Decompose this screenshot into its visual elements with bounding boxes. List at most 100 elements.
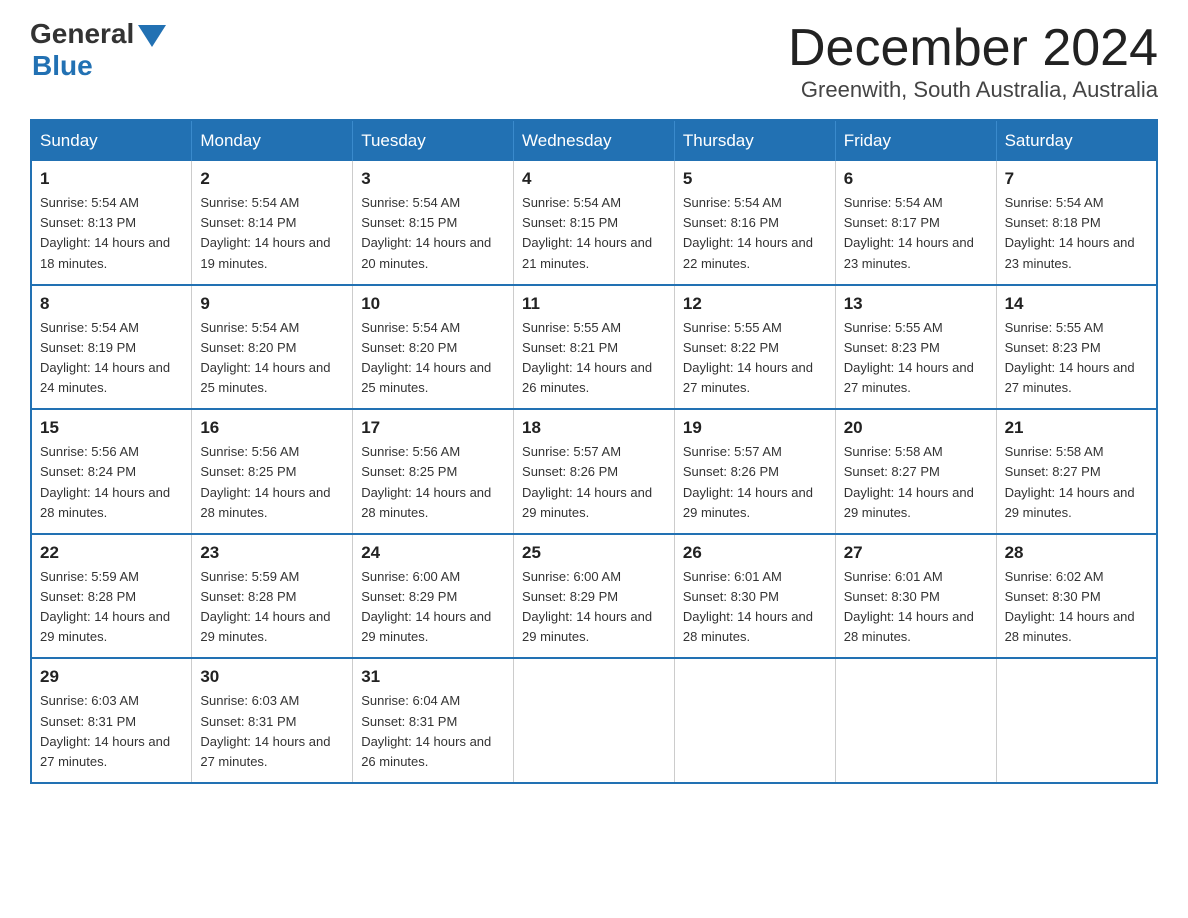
day-info: Sunrise: 6:04 AMSunset: 8:31 PMDaylight:… (361, 693, 491, 768)
day-info: Sunrise: 5:57 AMSunset: 8:26 PMDaylight:… (683, 444, 813, 519)
day-info: Sunrise: 5:55 AMSunset: 8:22 PMDaylight:… (683, 320, 813, 395)
day-info: Sunrise: 5:59 AMSunset: 8:28 PMDaylight:… (40, 569, 170, 644)
col-monday: Monday (192, 120, 353, 161)
calendar-cell: 8 Sunrise: 5:54 AMSunset: 8:19 PMDayligh… (31, 285, 192, 410)
calendar-cell (674, 658, 835, 783)
day-info: Sunrise: 6:02 AMSunset: 8:30 PMDaylight:… (1005, 569, 1135, 644)
day-number: 24 (361, 543, 505, 563)
day-number: 30 (200, 667, 344, 687)
day-info: Sunrise: 5:54 AMSunset: 8:17 PMDaylight:… (844, 195, 974, 270)
calendar-cell: 26 Sunrise: 6:01 AMSunset: 8:30 PMDaylig… (674, 534, 835, 659)
calendar-cell (835, 658, 996, 783)
logo-arrow-icon (138, 25, 166, 47)
day-number: 26 (683, 543, 827, 563)
day-info: Sunrise: 6:01 AMSunset: 8:30 PMDaylight:… (683, 569, 813, 644)
day-number: 8 (40, 294, 183, 314)
calendar-cell: 28 Sunrise: 6:02 AMSunset: 8:30 PMDaylig… (996, 534, 1157, 659)
calendar-cell (514, 658, 675, 783)
day-number: 10 (361, 294, 505, 314)
day-number: 22 (40, 543, 183, 563)
calendar-cell: 4 Sunrise: 5:54 AMSunset: 8:15 PMDayligh… (514, 161, 675, 285)
day-info: Sunrise: 5:59 AMSunset: 8:28 PMDaylight:… (200, 569, 330, 644)
day-info: Sunrise: 5:55 AMSunset: 8:23 PMDaylight:… (1005, 320, 1135, 395)
day-number: 31 (361, 667, 505, 687)
col-wednesday: Wednesday (514, 120, 675, 161)
day-info: Sunrise: 5:54 AMSunset: 8:13 PMDaylight:… (40, 195, 170, 270)
day-info: Sunrise: 5:55 AMSunset: 8:21 PMDaylight:… (522, 320, 652, 395)
day-info: Sunrise: 5:58 AMSunset: 8:27 PMDaylight:… (1005, 444, 1135, 519)
day-number: 20 (844, 418, 988, 438)
page-header: General Blue December 2024 Greenwith, So… (30, 20, 1158, 103)
calendar-cell (996, 658, 1157, 783)
day-number: 19 (683, 418, 827, 438)
calendar-cell: 9 Sunrise: 5:54 AMSunset: 8:20 PMDayligh… (192, 285, 353, 410)
calendar-cell: 30 Sunrise: 6:03 AMSunset: 8:31 PMDaylig… (192, 658, 353, 783)
col-friday: Friday (835, 120, 996, 161)
day-info: Sunrise: 5:54 AMSunset: 8:18 PMDaylight:… (1005, 195, 1135, 270)
calendar-cell: 24 Sunrise: 6:00 AMSunset: 8:29 PMDaylig… (353, 534, 514, 659)
calendar-week-row: 22 Sunrise: 5:59 AMSunset: 8:28 PMDaylig… (31, 534, 1157, 659)
calendar-week-row: 29 Sunrise: 6:03 AMSunset: 8:31 PMDaylig… (31, 658, 1157, 783)
calendar-cell: 27 Sunrise: 6:01 AMSunset: 8:30 PMDaylig… (835, 534, 996, 659)
calendar-cell: 3 Sunrise: 5:54 AMSunset: 8:15 PMDayligh… (353, 161, 514, 285)
calendar-cell: 11 Sunrise: 5:55 AMSunset: 8:21 PMDaylig… (514, 285, 675, 410)
day-info: Sunrise: 6:03 AMSunset: 8:31 PMDaylight:… (40, 693, 170, 768)
day-number: 29 (40, 667, 183, 687)
calendar-cell: 31 Sunrise: 6:04 AMSunset: 8:31 PMDaylig… (353, 658, 514, 783)
day-number: 1 (40, 169, 183, 189)
calendar-week-row: 8 Sunrise: 5:54 AMSunset: 8:19 PMDayligh… (31, 285, 1157, 410)
day-number: 18 (522, 418, 666, 438)
day-number: 9 (200, 294, 344, 314)
day-info: Sunrise: 5:56 AMSunset: 8:25 PMDaylight:… (200, 444, 330, 519)
day-number: 11 (522, 294, 666, 314)
calendar-cell: 20 Sunrise: 5:58 AMSunset: 8:27 PMDaylig… (835, 409, 996, 534)
day-info: Sunrise: 5:54 AMSunset: 8:14 PMDaylight:… (200, 195, 330, 270)
calendar-cell: 12 Sunrise: 5:55 AMSunset: 8:22 PMDaylig… (674, 285, 835, 410)
calendar-subtitle: Greenwith, South Australia, Australia (788, 77, 1158, 103)
col-tuesday: Tuesday (353, 120, 514, 161)
calendar-header: Sunday Monday Tuesday Wednesday Thursday… (31, 120, 1157, 161)
col-thursday: Thursday (674, 120, 835, 161)
calendar-body: 1 Sunrise: 5:54 AMSunset: 8:13 PMDayligh… (31, 161, 1157, 783)
day-number: 14 (1005, 294, 1148, 314)
day-info: Sunrise: 5:55 AMSunset: 8:23 PMDaylight:… (844, 320, 974, 395)
day-number: 7 (1005, 169, 1148, 189)
day-number: 5 (683, 169, 827, 189)
calendar-cell: 18 Sunrise: 5:57 AMSunset: 8:26 PMDaylig… (514, 409, 675, 534)
calendar-title: December 2024 (788, 20, 1158, 77)
day-number: 28 (1005, 543, 1148, 563)
day-number: 2 (200, 169, 344, 189)
day-info: Sunrise: 5:54 AMSunset: 8:20 PMDaylight:… (361, 320, 491, 395)
calendar-cell: 17 Sunrise: 5:56 AMSunset: 8:25 PMDaylig… (353, 409, 514, 534)
day-info: Sunrise: 6:03 AMSunset: 8:31 PMDaylight:… (200, 693, 330, 768)
day-number: 3 (361, 169, 505, 189)
calendar-cell: 6 Sunrise: 5:54 AMSunset: 8:17 PMDayligh… (835, 161, 996, 285)
calendar-cell: 15 Sunrise: 5:56 AMSunset: 8:24 PMDaylig… (31, 409, 192, 534)
day-info: Sunrise: 5:54 AMSunset: 8:19 PMDaylight:… (40, 320, 170, 395)
calendar-cell: 13 Sunrise: 5:55 AMSunset: 8:23 PMDaylig… (835, 285, 996, 410)
day-number: 17 (361, 418, 505, 438)
calendar-cell: 23 Sunrise: 5:59 AMSunset: 8:28 PMDaylig… (192, 534, 353, 659)
day-number: 6 (844, 169, 988, 189)
day-number: 21 (1005, 418, 1148, 438)
calendar-cell: 10 Sunrise: 5:54 AMSunset: 8:20 PMDaylig… (353, 285, 514, 410)
day-number: 13 (844, 294, 988, 314)
calendar-cell: 22 Sunrise: 5:59 AMSunset: 8:28 PMDaylig… (31, 534, 192, 659)
calendar-cell: 5 Sunrise: 5:54 AMSunset: 8:16 PMDayligh… (674, 161, 835, 285)
day-info: Sunrise: 5:54 AMSunset: 8:20 PMDaylight:… (200, 320, 330, 395)
col-sunday: Sunday (31, 120, 192, 161)
calendar-cell: 14 Sunrise: 5:55 AMSunset: 8:23 PMDaylig… (996, 285, 1157, 410)
col-saturday: Saturday (996, 120, 1157, 161)
calendar-cell: 19 Sunrise: 5:57 AMSunset: 8:26 PMDaylig… (674, 409, 835, 534)
calendar-cell: 21 Sunrise: 5:58 AMSunset: 8:27 PMDaylig… (996, 409, 1157, 534)
day-info: Sunrise: 6:00 AMSunset: 8:29 PMDaylight:… (522, 569, 652, 644)
day-info: Sunrise: 5:57 AMSunset: 8:26 PMDaylight:… (522, 444, 652, 519)
days-of-week-row: Sunday Monday Tuesday Wednesday Thursday… (31, 120, 1157, 161)
day-info: Sunrise: 5:54 AMSunset: 8:15 PMDaylight:… (522, 195, 652, 270)
day-info: Sunrise: 5:56 AMSunset: 8:24 PMDaylight:… (40, 444, 170, 519)
calendar-cell: 25 Sunrise: 6:00 AMSunset: 8:29 PMDaylig… (514, 534, 675, 659)
logo-blue-text: Blue (32, 50, 93, 82)
day-info: Sunrise: 6:00 AMSunset: 8:29 PMDaylight:… (361, 569, 491, 644)
day-number: 27 (844, 543, 988, 563)
logo: General Blue (30, 20, 166, 82)
